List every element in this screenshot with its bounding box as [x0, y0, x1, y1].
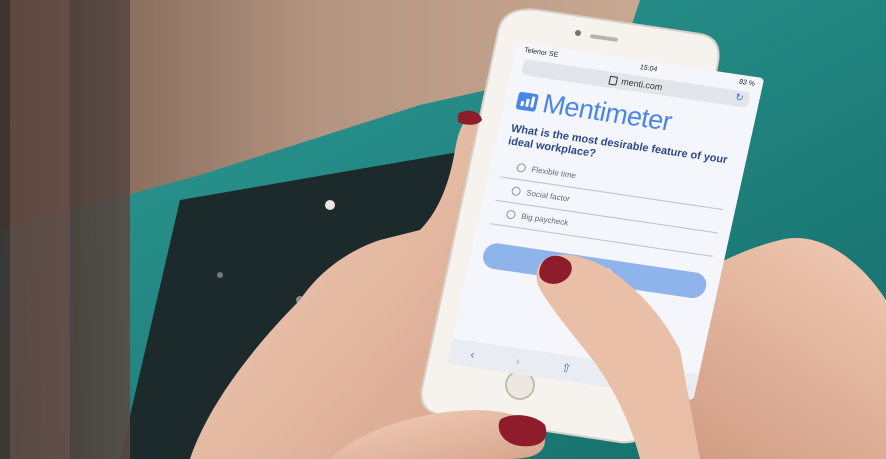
overlay-thumb [536, 254, 700, 459]
photo-scene: Telenor SE 15:04 83 % menti.com ↻ Mentim… [0, 0, 886, 459]
right-thumb [536, 254, 700, 459]
